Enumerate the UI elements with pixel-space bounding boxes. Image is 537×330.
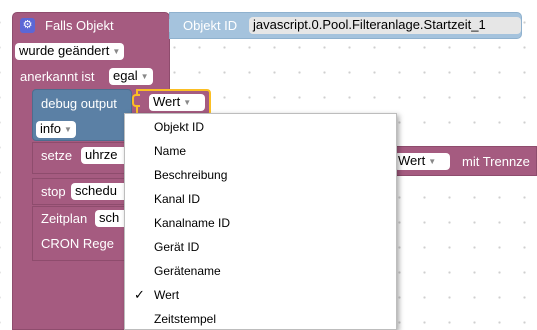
menu-item-label: Kanalname ID [154, 216, 231, 230]
menu-item-label: Name [154, 144, 187, 158]
zeitplan-block[interactable]: Zeitplan sch CRON Rege [32, 206, 135, 261]
debug-value-connector [132, 94, 140, 107]
debug-value-label: Wert [153, 94, 181, 109]
debug-output-label: debug output [41, 96, 117, 111]
menu-item[interactable]: Gerät ID [125, 235, 396, 259]
menu-item[interactable]: Beschreibung [125, 163, 396, 187]
dropdown-arrow-icon: ▼ [63, 125, 72, 134]
separator-label: mit Trennze [462, 154, 530, 169]
menu-item-label: Wert [154, 288, 180, 302]
stop-label: stop [41, 184, 66, 199]
stop-schedule-value: schedu [75, 183, 117, 198]
dropdown-arrow-icon: ▼ [428, 157, 437, 166]
debug-level-dropdown[interactable]: info ▼ [36, 121, 76, 138]
setze-variable-value: uhrze [85, 147, 118, 162]
dropdown-arrow-icon: ▼ [140, 72, 149, 81]
ack-label: anerkannt ist [20, 69, 95, 84]
menu-item[interactable]: ✓ Wert [125, 283, 396, 307]
stop-block[interactable]: stop schedu [32, 178, 131, 205]
ack-dropdown[interactable]: egal ▼ [109, 68, 153, 85]
menu-item-label: Gerätename [154, 264, 221, 278]
object-id-field[interactable]: javascript.0.Pool.Filteranlage.Startzeit… [249, 17, 521, 34]
menu-item[interactable]: Gerätename [125, 259, 396, 283]
right-partial-block[interactable]: Wert ▼ mit Trennze [385, 146, 537, 176]
checkmark-icon: ✓ [134, 287, 145, 302]
menu-item-label: Gerät ID [154, 240, 200, 254]
object-connector [169, 19, 175, 32]
stop-schedule-dropdown[interactable]: schedu [71, 183, 131, 200]
object-id-block[interactable]: Objekt ID javascript.0.Pool.Filteranlage… [169, 12, 522, 39]
object-id-value: javascript.0.Pool.Filteranlage.Startzeit… [253, 17, 486, 32]
debug-value-block[interactable]: Wert ▼ [136, 89, 211, 116]
trigger-value: wurde geändert [19, 43, 110, 58]
dropdown-arrow-icon: ▼ [112, 47, 121, 56]
setze-block[interactable]: setze uhrze [32, 142, 131, 174]
menu-item[interactable]: Kanalname ID [125, 211, 396, 235]
menu-item[interactable]: Kanal ID [125, 187, 396, 211]
ack-value: egal [113, 68, 138, 83]
zeitplan-label: Zeitplan [41, 211, 88, 226]
object-id-label: Objekt ID [183, 18, 238, 33]
menu-item-label: Kanal ID [154, 192, 201, 206]
right-value-dropdown[interactable]: Wert ▼ [394, 153, 450, 170]
trigger-dropdown[interactable]: wurde geändert ▼ [15, 43, 125, 60]
menu-item[interactable]: Zeitstempel [125, 307, 396, 329]
gear-icon[interactable]: ⚙ [20, 18, 35, 33]
setze-label: setze [41, 148, 73, 163]
dropdown-arrow-icon: ▼ [183, 98, 192, 107]
menu-item-label: Zeitstempel [154, 312, 217, 326]
menu-item-label: Objekt ID [154, 120, 205, 134]
cron-label: CRON Rege [41, 236, 114, 251]
debug-level-value: info [40, 121, 61, 136]
dropdown-menu[interactable]: Objekt ID Name Beschreibung Kanal ID Kanalna… [124, 113, 397, 330]
event-title: Falls Objekt [45, 18, 114, 33]
debug-output-block[interactable]: debug output info ▼ [32, 89, 132, 141]
zeitplan-name-value: sch [99, 210, 120, 225]
menu-item[interactable]: Objekt ID [125, 115, 396, 139]
menu-item-label: Beschreibung [154, 168, 228, 182]
menu-item[interactable]: Name [125, 139, 396, 163]
right-value-label: Wert [398, 153, 426, 168]
debug-value-dropdown[interactable]: Wert ▼ [149, 94, 205, 111]
